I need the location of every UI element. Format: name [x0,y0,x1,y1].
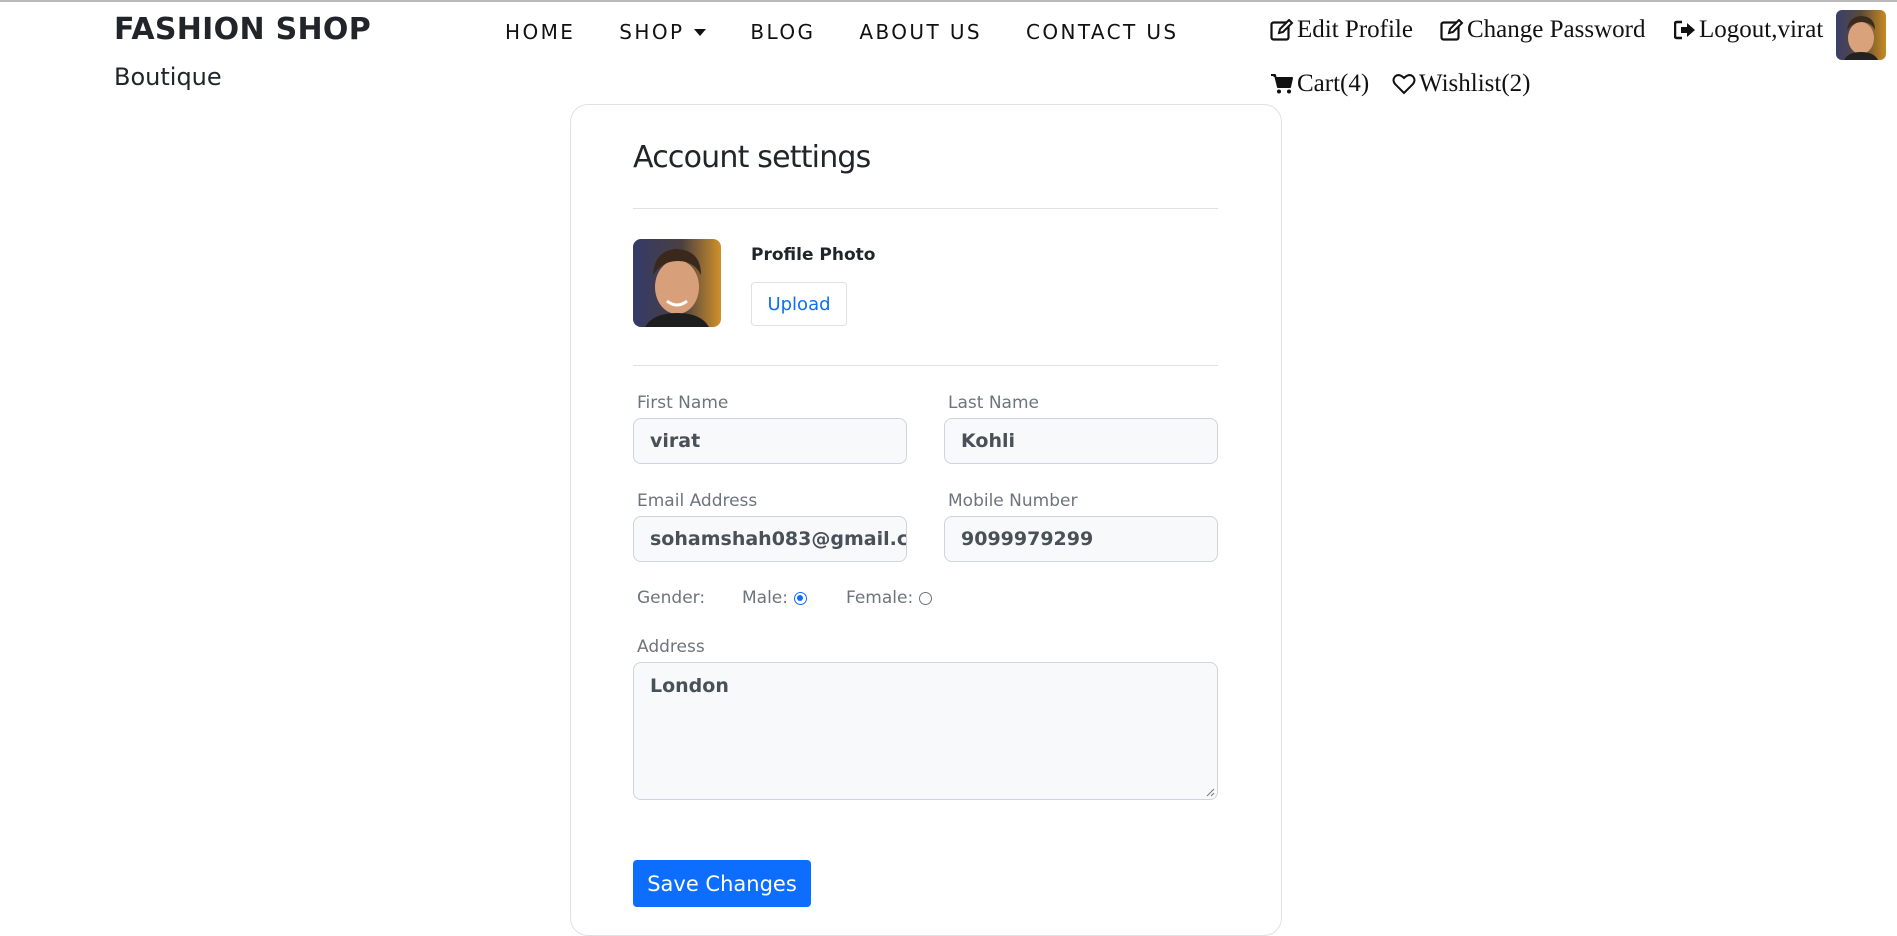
divider [633,365,1218,366]
address-label: Address [637,637,705,657]
brand-logo[interactable]: FASHION SHOP [114,12,371,47]
last-name-field[interactable]: Kohli [944,418,1218,464]
wishlist-link[interactable]: Wishlist(2) [1392,70,1531,98]
caret-down-icon [694,28,707,36]
edit-profile-link[interactable]: Edit Profile [1270,16,1413,44]
first-name-field[interactable]: virat [633,418,907,464]
change-password-label: Change Password [1467,16,1646,43]
nav-home[interactable]: HOME [505,20,597,44]
email-label: Email Address [637,491,758,511]
edit-icon [1440,19,1464,41]
avatar[interactable] [1836,10,1886,60]
brand-subtitle: Boutique [114,63,222,91]
page-title: Account settings [633,140,871,175]
divider [633,208,1218,209]
wishlist-label: Wishlist(2) [1419,70,1531,97]
nav-blog[interactable]: BLOG [728,20,837,44]
top-border [0,0,1897,2]
male-radio[interactable] [794,591,807,605]
mobile-field[interactable]: 9099979299 [944,516,1218,562]
resize-handle-icon[interactable] [1205,787,1215,797]
gender-female-option[interactable]: Female: [846,588,933,608]
upload-button[interactable]: Upload [751,282,847,326]
sign-out-icon [1674,20,1695,40]
cart-icon [1271,74,1293,94]
change-password-link[interactable]: Change Password [1440,16,1645,44]
logout-link[interactable]: Logout,virat [1674,16,1823,44]
first-name-label: First Name [637,393,729,413]
logout-label: Logout,virat [1699,16,1824,43]
avatar-image [1836,10,1886,60]
edit-profile-label: Edit Profile [1297,16,1413,43]
mobile-label: Mobile Number [948,491,1078,511]
address-value: London [650,675,729,697]
female-radio[interactable] [919,591,933,605]
nav-shop[interactable]: SHOP [597,20,728,44]
female-label: Female: [846,588,914,608]
last-name-label: Last Name [948,393,1039,413]
male-label: Male: [742,588,788,608]
cart-label: Cart(4) [1297,70,1370,97]
gender-label: Gender: [637,588,706,608]
cart-link[interactable]: Cart(4) [1270,70,1369,98]
heart-icon [1392,74,1416,95]
email-field[interactable]: sohamshah083@gmail.com [633,516,907,562]
edit-icon [1270,19,1294,41]
nav-contact[interactable]: CONTACT US [1004,20,1201,44]
nav-shop-label: SHOP [619,20,685,44]
address-textarea[interactable]: London [633,662,1218,800]
profile-photo-image [633,239,721,327]
profile-photo-label: Profile Photo [751,245,876,265]
profile-photo [633,239,721,327]
main-nav: HOME SHOP BLOG ABOUT US CONTACT US [505,20,1201,44]
nav-about[interactable]: ABOUT US [837,20,1004,44]
gender-male-option[interactable]: Male: [742,588,807,608]
save-changes-button[interactable]: Save Changes [633,860,811,907]
